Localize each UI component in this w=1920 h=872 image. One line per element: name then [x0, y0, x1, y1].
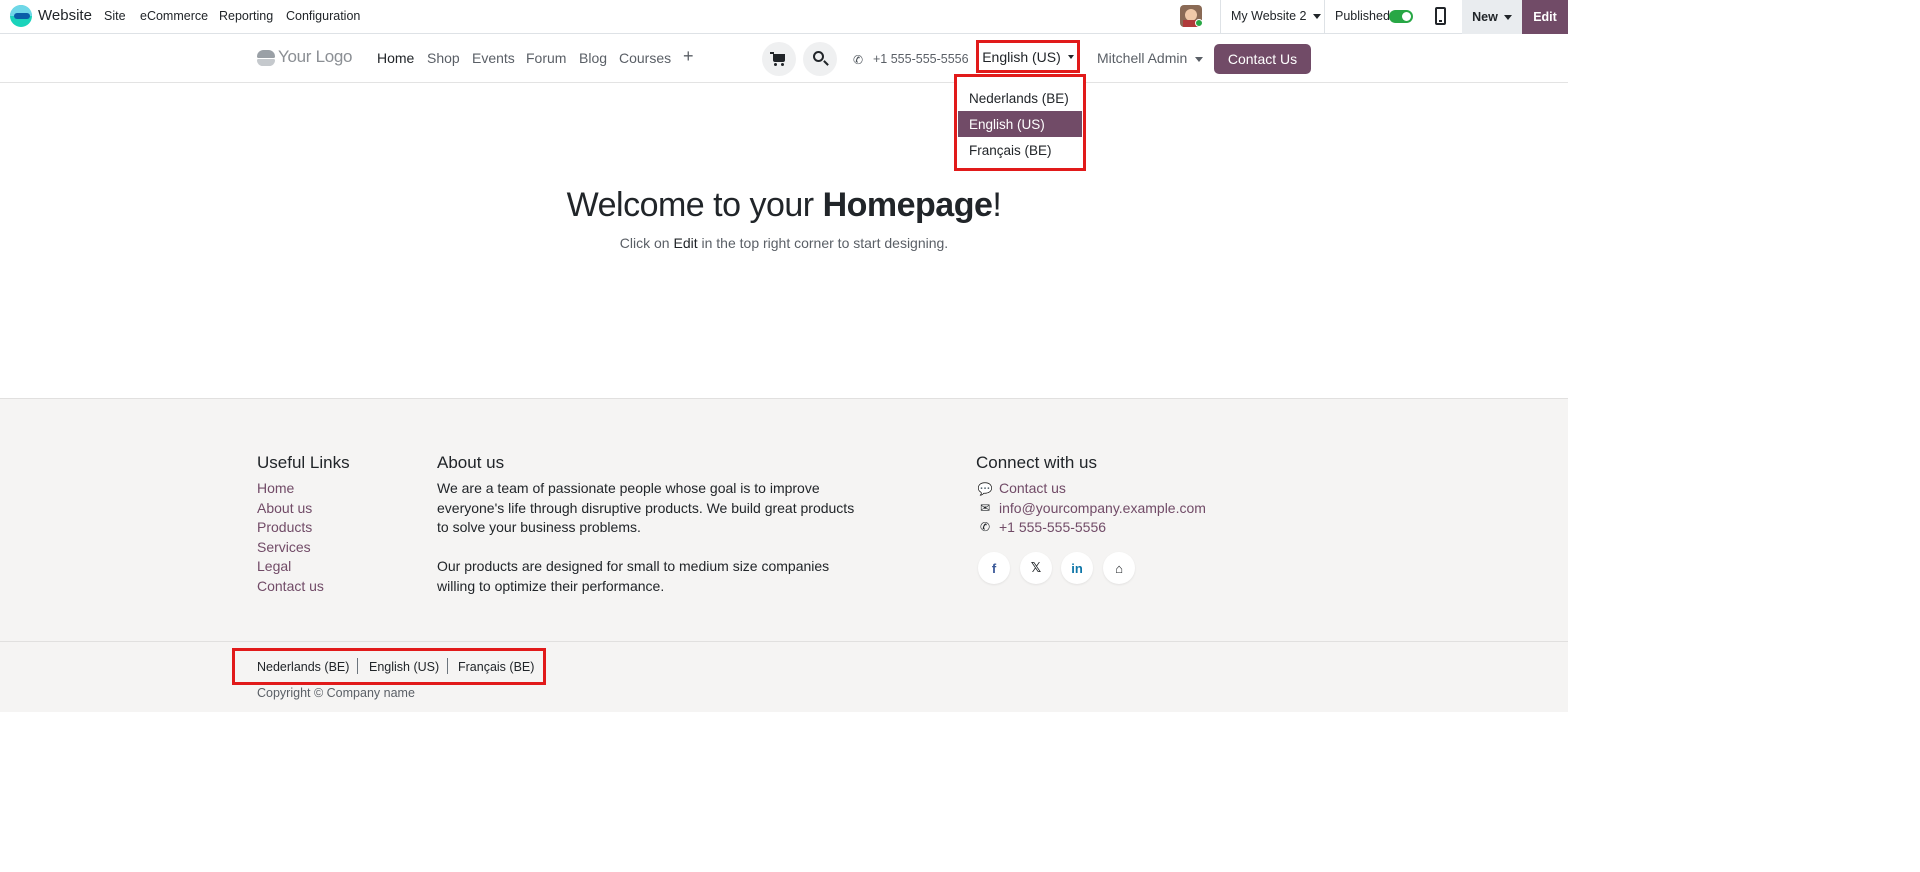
nav-forum[interactable]: Forum — [526, 50, 566, 66]
footer-link-home[interactable]: Home — [257, 480, 294, 496]
about-us-text: We are a team of passionate people whose… — [437, 480, 855, 535]
footer-language-en[interactable]: English (US) — [369, 660, 439, 674]
envelope-icon: ✉ — [979, 501, 991, 515]
mobile-preview-icon[interactable] — [1435, 7, 1446, 25]
header-phone[interactable]: +1 555-555-5556 — [873, 52, 969, 66]
divider — [447, 658, 448, 674]
x-twitter-icon[interactable]: 𝕏 — [1020, 552, 1052, 584]
connect-contact-link[interactable]: Contact us — [999, 480, 1066, 496]
website-switcher-label: My Website 2 — [1231, 9, 1307, 23]
language-dropdown-menu: Nederlands (BE) English (US) Français (B… — [954, 74, 1086, 171]
footer-link-about[interactable]: About us — [257, 500, 312, 516]
online-status-dot — [1195, 19, 1203, 27]
new-button-label: New — [1472, 10, 1498, 24]
connect-email-link[interactable]: info@yourcompany.example.com — [999, 500, 1206, 516]
footer-link-products[interactable]: Products — [257, 519, 312, 535]
app-name[interactable]: Website — [38, 7, 92, 24]
cart-icon — [770, 52, 785, 66]
new-button[interactable]: New — [1462, 0, 1522, 34]
language-option-nl[interactable]: Nederlands (BE) — [958, 85, 1082, 111]
footer-link-services[interactable]: Services — [257, 539, 311, 555]
user-menu[interactable]: Mitchell Admin — [1097, 50, 1204, 66]
cart-button[interactable] — [762, 42, 796, 76]
chevron-down-icon — [1067, 54, 1074, 59]
title-bold: Homepage — [822, 186, 993, 224]
subtitle-prefix: Click on — [619, 235, 674, 251]
footer-divider — [0, 641, 1568, 642]
footer-link-legal[interactable]: Legal — [257, 558, 291, 574]
language-selector-label: English (US) — [982, 48, 1061, 65]
footer-language-nl[interactable]: Nederlands (BE) — [257, 660, 349, 674]
search-button[interactable] — [803, 42, 837, 76]
odoo-app-icon[interactable] — [10, 5, 32, 27]
phone-icon: ✆ — [853, 53, 864, 67]
footer-language-selector: Nederlands (BE) English (US) Français (B… — [232, 648, 546, 685]
add-menu-item-button[interactable]: + — [683, 46, 694, 67]
nav-shop[interactable]: Shop — [427, 50, 460, 66]
useful-links-title: Useful Links — [257, 453, 350, 472]
about-us-text-2: Our products are designed for small to m… — [437, 558, 830, 594]
odoo-top-bar: Website Site eCommerce Reporting Configu… — [0, 0, 1568, 34]
menu-reporting[interactable]: Reporting — [219, 9, 273, 23]
edit-button[interactable]: Edit — [1522, 0, 1568, 34]
published-label: Published — [1335, 9, 1390, 23]
title-prefix: Welcome to your — [566, 186, 823, 224]
menu-configuration[interactable]: Configuration — [286, 9, 360, 23]
website-switcher[interactable]: My Website 2 — [1231, 9, 1321, 23]
connect-phone-link[interactable]: +1 555-555-5556 — [999, 519, 1106, 535]
connect-title: Connect with us — [976, 453, 1097, 472]
site-logo[interactable]: Your Logo — [278, 47, 353, 67]
language-selector[interactable]: English (US) — [976, 40, 1080, 73]
subtitle-suffix: in the top right corner to start designi… — [697, 235, 949, 251]
copyright: Copyright © Company name — [257, 686, 415, 700]
language-option-fr[interactable]: Français (BE) — [958, 137, 1082, 163]
nav-events[interactable]: Events — [472, 50, 515, 66]
divider — [357, 658, 358, 674]
user-menu-label: Mitchell Admin — [1097, 50, 1188, 66]
page-subtitle: Click on Edit in the top right corner to… — [0, 235, 1568, 251]
footer-link-contact[interactable]: Contact us — [257, 578, 324, 594]
home-icon[interactable]: ⌂ — [1103, 552, 1135, 584]
menu-site[interactable]: Site — [104, 9, 126, 23]
nav-home[interactable]: Home — [377, 50, 414, 66]
language-option-en[interactable]: English (US) — [958, 111, 1082, 137]
facebook-icon[interactable]: f — [978, 552, 1010, 584]
footer-language-fr[interactable]: Français (BE) — [458, 660, 534, 674]
published-toggle[interactable] — [1389, 10, 1413, 23]
search-icon — [813, 51, 824, 62]
title-suffix: ! — [992, 186, 1002, 224]
contact-us-button[interactable]: Contact Us — [1214, 44, 1311, 74]
page-title: Welcome to your Homepage! — [0, 186, 1568, 225]
phone-icon: ✆ — [979, 520, 991, 534]
divider — [1324, 0, 1325, 34]
subtitle-keyword: Edit — [673, 235, 698, 251]
site-header: Your Logo Home Shop Events Forum Blog Co… — [0, 34, 1568, 83]
chevron-down-icon — [1195, 56, 1204, 62]
menu-ecommerce[interactable]: eCommerce — [140, 9, 208, 23]
site-footer: Useful Links Home About us Products Serv… — [0, 398, 1568, 712]
divider — [1220, 0, 1221, 34]
about-us-title: About us — [437, 453, 505, 472]
linkedin-icon[interactable]: in — [1061, 552, 1093, 584]
nav-blog[interactable]: Blog — [579, 50, 607, 66]
logo-icon[interactable] — [257, 50, 275, 66]
comment-icon: 💬 — [977, 482, 993, 496]
nav-courses[interactable]: Courses — [619, 50, 671, 66]
chevron-down-icon — [1503, 14, 1512, 20]
chevron-down-icon — [1312, 14, 1321, 20]
